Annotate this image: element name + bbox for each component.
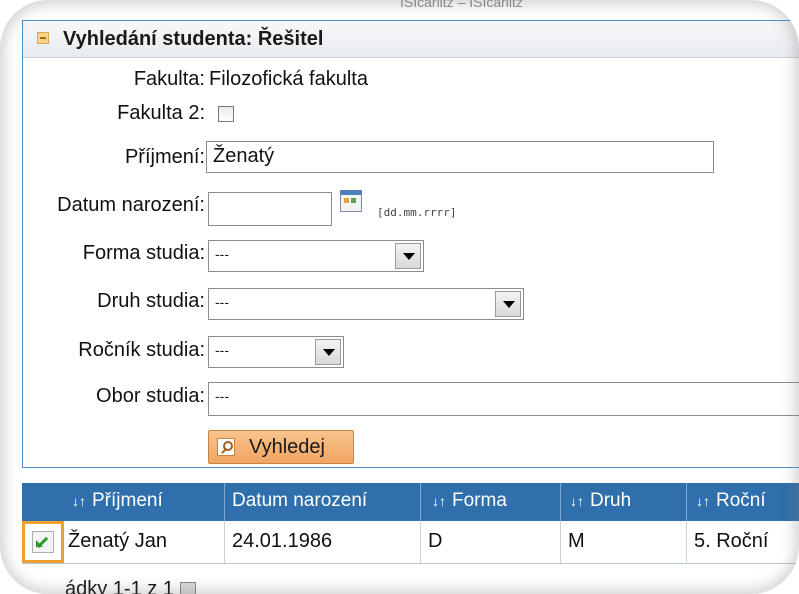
fakulta2-row: Fakulta 2: (0, 98, 205, 132)
pager: ádky 1-1 z 1 (65, 578, 196, 594)
screenshot-canvas: ISIcarlitz – ISIcarlitz Vyhledání studen… (0, 0, 799, 594)
forma-row: Forma studia: (0, 238, 205, 272)
pager-text: ádky 1-1 z 1 (65, 578, 174, 594)
column-divider (560, 483, 561, 521)
cell-divider (560, 521, 561, 563)
datum-label: Datum narození: (57, 194, 205, 216)
druh-row: Druh studia: (0, 286, 205, 320)
rocnik-label: Ročník studia: (78, 339, 205, 361)
chevron-down-icon[interactable] (315, 339, 341, 365)
sort-arrows-icon[interactable]: ↓↑ (72, 493, 86, 509)
prijmeni-label: Příjmení: (124, 146, 205, 168)
calendar-icon[interactable] (340, 190, 362, 212)
rocnik-row: Ročník studia: (0, 335, 205, 369)
header-prijmeni[interactable]: ↓↑ Příjmení (72, 490, 163, 512)
cell-divider (420, 521, 421, 563)
cell-rocnik: 5. Roční (694, 530, 769, 552)
datum-row: Datum narození: (0, 190, 205, 224)
cell-name: Ženatý Jan (68, 530, 167, 552)
druh-label: Druh studia: (97, 290, 205, 312)
obor-select-value: --- (215, 388, 229, 404)
sort-arrows-icon[interactable]: ↓↑ (570, 493, 584, 509)
table-row[interactable]: Ženatý Jan 24.01.1986 D M 5. Roční (22, 521, 799, 564)
panel-header: Vyhledání studenta: Řešitel (23, 21, 799, 58)
forma-select[interactable]: --- (208, 240, 424, 272)
header-rocnik[interactable]: ↓↑ Roční (696, 490, 766, 512)
column-divider (420, 483, 421, 521)
obor-label: Obor studia: (96, 385, 205, 407)
arrow-down-left-icon (32, 531, 54, 553)
prijmeni-input[interactable]: Ženatý (206, 141, 714, 173)
header-druh[interactable]: ↓↑ Druh (570, 490, 631, 512)
sort-arrows-icon[interactable]: ↓↑ (432, 493, 446, 509)
export-icon[interactable] (179, 581, 196, 594)
cell-divider (686, 521, 687, 563)
collapse-icon[interactable] (37, 32, 49, 44)
table-header: ↓↑ Příjmení Datum narození ↓↑ Forma ↓↑ Druh… (22, 483, 799, 521)
forma-select-value: --- (215, 246, 229, 262)
panel-title: Vyhledání studenta: Řešitel (63, 28, 324, 50)
cell-divider (224, 521, 225, 563)
fakulta2-checkbox[interactable] (218, 106, 234, 122)
select-row-icon[interactable] (22, 521, 64, 563)
date-format-hint: [dd.mm.rrrr] (377, 206, 457, 219)
fakulta-label: Fakulta: (133, 68, 205, 90)
cell-druh: M (568, 530, 585, 552)
datum-input[interactable] (208, 192, 332, 226)
search-button[interactable]: Vyhledej (208, 430, 354, 464)
column-divider (224, 483, 225, 521)
header-forma[interactable]: ↓↑ Forma (432, 490, 507, 512)
top-partial-text: ISIcarlitz – ISIcarlitz (400, 0, 523, 10)
obor-row: Obor studia: (0, 381, 205, 415)
cell-datum: 24.01.1986 (232, 530, 333, 552)
cell-forma: D (428, 530, 443, 552)
search-button-label: Vyhledej (249, 436, 325, 458)
fakulta-value: Filozofická fakulta (209, 68, 368, 90)
druh-select[interactable]: --- (208, 288, 524, 320)
forma-label: Forma studia: (82, 242, 205, 264)
column-divider (686, 483, 687, 521)
rocnik-select-value: --- (215, 342, 229, 358)
rocnik-select[interactable]: --- (208, 336, 344, 368)
fakulta-row: Fakulta: (0, 64, 205, 98)
fakulta2-label: Fakulta 2: (117, 102, 205, 124)
prijmeni-row: Příjmení: (0, 142, 205, 176)
sort-arrows-icon[interactable]: ↓↑ (696, 493, 710, 509)
chevron-down-icon[interactable] (395, 243, 421, 269)
chevron-down-icon[interactable] (495, 291, 521, 317)
obor-select[interactable]: --- (208, 382, 799, 416)
druh-select-value: --- (215, 294, 229, 310)
header-datum[interactable]: Datum narození (232, 490, 367, 512)
search-icon (217, 438, 235, 456)
